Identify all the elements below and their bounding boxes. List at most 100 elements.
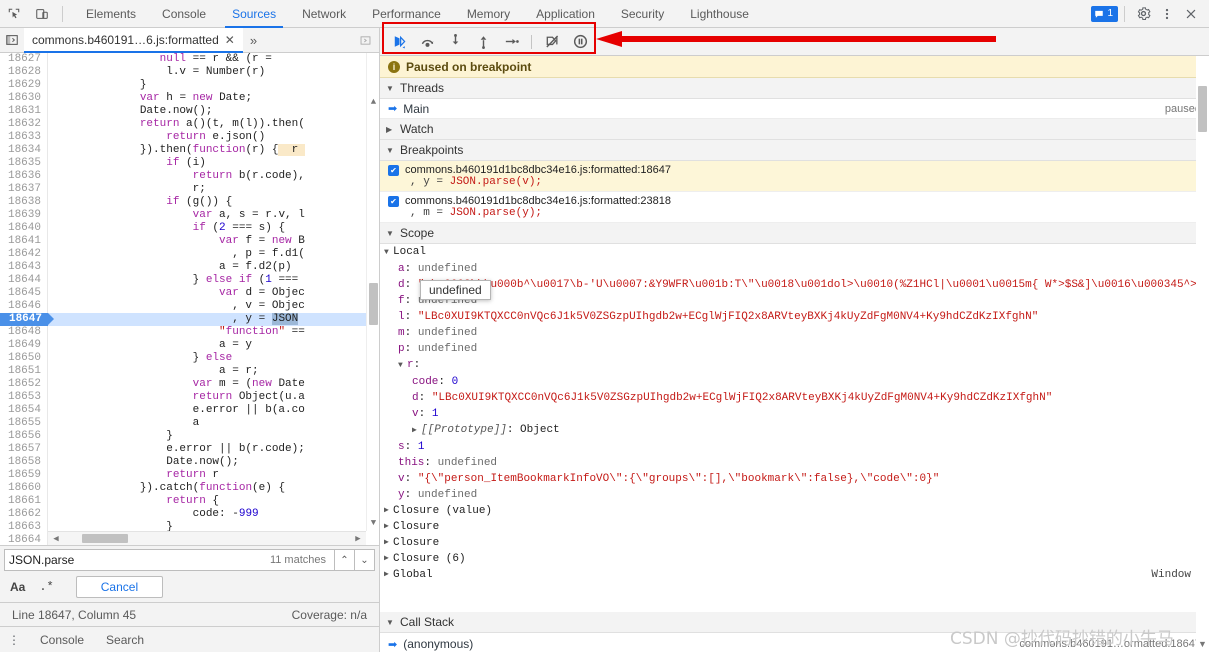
code-line[interactable]: 18640 if (2 === s) { [0, 222, 379, 235]
breakpoint-item[interactable]: ✔ commons.b460191d1bc8dbc34e16.js:format… [380, 192, 1209, 223]
line-number[interactable]: 18658 [0, 456, 48, 469]
sidebar-scroll-down-icon[interactable]: ▼ [1197, 639, 1208, 650]
line-number[interactable]: 18628 [0, 66, 48, 79]
pause-on-exceptions-icon[interactable] [567, 29, 593, 55]
scroll-left-icon[interactable]: ◀ [48, 534, 64, 544]
scope-variable-row[interactable]: this: undefined [380, 455, 1209, 471]
line-number[interactable]: 18654 [0, 404, 48, 417]
scope-variable-row[interactable]: s: 1 [380, 439, 1209, 455]
line-number[interactable]: 18630 [0, 92, 48, 105]
more-tabs-icon[interactable]: » [243, 33, 264, 48]
chevron-right-icon[interactable]: ▶ [384, 551, 393, 567]
sidebar-vertical-scrollbar[interactable]: ▼ [1196, 56, 1209, 652]
line-number[interactable]: 18659 [0, 469, 48, 482]
more-options-icon[interactable] [1155, 2, 1179, 26]
scope-closure-row[interactable]: ▶ Closure (value) [380, 503, 1209, 519]
scope-variable-row[interactable]: y: undefined [380, 487, 1209, 503]
line-number[interactable]: 18632 [0, 118, 48, 131]
tab-network[interactable]: Network [289, 0, 359, 28]
code-line[interactable]: 18658 Date.now(); [0, 456, 379, 469]
message-count-badge[interactable]: 1 [1091, 5, 1118, 22]
section-header-watch[interactable]: ▶ Watch [380, 119, 1209, 140]
section-header-scope[interactable]: ▼ Scope [380, 223, 1209, 244]
code-line[interactable]: 18662 code: -999 [0, 508, 379, 521]
line-number[interactable]: 18650 [0, 352, 48, 365]
breakpoint-checkbox[interactable]: ✔ [388, 164, 399, 176]
editor-hscroll-thumb[interactable] [82, 534, 128, 543]
scope-variable-row[interactable]: ▼ r: [380, 357, 1209, 374]
code-line-current[interactable]: 18647 , y = JSON [0, 313, 379, 326]
code-line[interactable]: 18649 a = y [0, 339, 379, 352]
settings-gear-icon[interactable] [1131, 2, 1155, 26]
editor-horizontal-scrollbar[interactable]: ◀ ▶ [48, 531, 366, 545]
code-line[interactable]: 18646 , v = Objec [0, 300, 379, 313]
line-number[interactable]: 18631 [0, 105, 48, 118]
line-number[interactable]: 18642 [0, 248, 48, 261]
line-number[interactable]: 18646 [0, 300, 48, 313]
scope-closure-row[interactable]: ▶ Global Window [380, 567, 1209, 583]
find-previous-button[interactable]: ⌃ [335, 549, 355, 571]
editor-vertical-scrollbar[interactable]: ▲ ▼ [366, 53, 379, 531]
code-line[interactable]: 18635 if (i) [0, 157, 379, 170]
line-number[interactable]: 18644 [0, 274, 48, 287]
line-number[interactable]: 18652 [0, 378, 48, 391]
breakpoint-checkbox[interactable]: ✔ [388, 195, 399, 207]
code-line[interactable]: 18632 return a()(t, m(l)).then( [0, 118, 379, 131]
line-number[interactable]: 18637 [0, 183, 48, 196]
code-line[interactable]: 18652 var m = (new Date [0, 378, 379, 391]
navigator-toggle-icon[interactable] [0, 28, 24, 53]
scope-variable-row[interactable]: m: undefined [380, 325, 1209, 341]
line-number[interactable]: 18638 [0, 196, 48, 209]
code-line[interactable]: 18648 "function" == [0, 326, 379, 339]
search-input[interactable]: JSON.parse 11 matches [4, 549, 335, 571]
sidebar-vscroll-thumb[interactable] [1198, 86, 1207, 132]
drawer-tab-console[interactable]: Console [36, 633, 88, 647]
code-line[interactable]: 18659 return r [0, 469, 379, 482]
scope-variable-row[interactable]: ▶ [[Prototype]]: Object [380, 422, 1209, 439]
close-icon[interactable]: ✕ [225, 33, 235, 47]
deactivate-breakpoints-icon[interactable] [539, 29, 565, 55]
line-number[interactable]: 18661 [0, 495, 48, 508]
show-navigator-icon[interactable] [353, 28, 377, 53]
line-number[interactable]: 18656 [0, 430, 48, 443]
code-line[interactable]: 18650 } else [0, 352, 379, 365]
tab-console[interactable]: Console [149, 0, 219, 28]
code-line[interactable]: 18638 if (g()) { [0, 196, 379, 209]
scope-closure-row[interactable]: ▶ Closure [380, 535, 1209, 551]
code-line[interactable]: 18629 } [0, 79, 379, 92]
tab-elements[interactable]: Elements [73, 0, 149, 28]
scroll-up-icon[interactable]: ▲ [368, 97, 379, 108]
drawer-tab-search[interactable]: Search [102, 633, 148, 647]
line-number[interactable]: 18648 [0, 326, 48, 339]
line-number[interactable]: 18653 [0, 391, 48, 404]
code-line[interactable]: 18636 return b(r.code), [0, 170, 379, 183]
find-next-button[interactable]: ⌄ [355, 549, 375, 571]
tab-sources[interactable]: Sources [219, 0, 289, 28]
code-line[interactable]: 18656 } [0, 430, 379, 443]
code-line[interactable]: 18643 a = f.d2(p) [0, 261, 379, 274]
code-line[interactable]: 18657 e.error || b(r.code); [0, 443, 379, 456]
code-line[interactable]: 18631 Date.now(); [0, 105, 379, 118]
step-icon[interactable] [498, 29, 524, 55]
line-number[interactable]: 18660 [0, 482, 48, 495]
code-line[interactable]: 18655 a [0, 417, 379, 430]
line-number[interactable]: 18634 [0, 144, 48, 157]
code-line[interactable]: 18639 var a, s = r.v, l [0, 209, 379, 222]
code-editor[interactable]: 18627 null == r && (r = 18628 l.v = Numbe… [0, 53, 379, 545]
line-number[interactable]: 18640 [0, 222, 48, 235]
line-number[interactable]: 18639 [0, 209, 48, 222]
scope-variable-row[interactable]: v: "{\"person_ItemBookmarkInfoVO\":{\"gr… [380, 471, 1209, 487]
code-line[interactable]: 18628 l.v = Number(r) [0, 66, 379, 79]
close-devtools-icon[interactable] [1179, 2, 1203, 26]
code-line[interactable]: 18634 }).then(function(r) { r [0, 144, 379, 157]
code-line[interactable]: 18661 return { [0, 495, 379, 508]
section-header-breakpoints[interactable]: ▼ Breakpoints [380, 140, 1209, 161]
scope-variable-row[interactable]: a: undefined [380, 261, 1209, 277]
line-number[interactable]: 18635 [0, 157, 48, 170]
step-out-of-current-function-icon[interactable] [470, 29, 496, 55]
inspect-element-icon[interactable] [0, 0, 28, 28]
tab-security[interactable]: Security [608, 0, 677, 28]
scope-variable-row[interactable]: code: 0 [380, 374, 1209, 390]
chevron-down-icon[interactable]: ▼ [398, 358, 407, 374]
scope-variable-row[interactable]: d: "LBc0XUI9KTQXCC0nVQc6J1k5V0ZSGzpUIhgd… [380, 390, 1209, 406]
